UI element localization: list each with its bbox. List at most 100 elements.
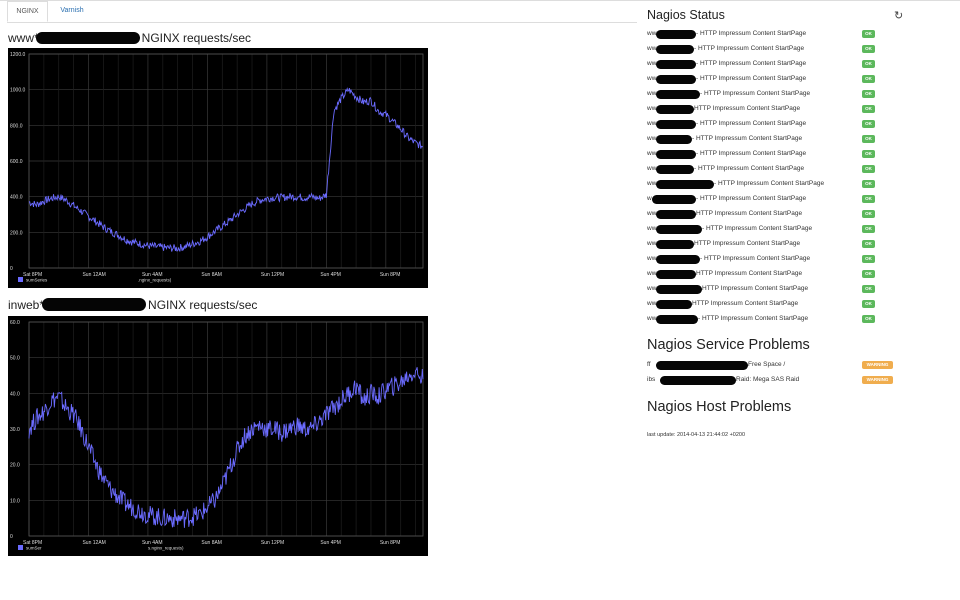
redaction-block (660, 376, 736, 385)
graph-nginx-www-svg: 0200.0400.0600.0800.01000.01200.0Sat 8PM… (10, 52, 424, 283)
status-row[interactable]: ww - HTTP Impressum Content StartPage (647, 223, 887, 235)
status-row[interactable]: w - HTTP Impressum Content StartPage (647, 193, 887, 205)
status-badge: OK (862, 150, 875, 158)
refresh-icon[interactable]: ↻ (894, 9, 903, 22)
status-row[interactable]: ww HTTP Impressum Content StartPage (647, 208, 887, 220)
redaction-block (656, 135, 692, 144)
service-description: - HTTP Impressum Content StartPage (698, 315, 809, 322)
host-problems-title: Nagios Host Problems (647, 399, 792, 415)
y-tick-label: 800.0 (10, 123, 23, 129)
tab-varnish[interactable]: Varnish (52, 1, 92, 22)
host-prefix: ww (647, 315, 657, 322)
status-badge: OK (862, 285, 875, 293)
warning-badge: WARNING (862, 376, 893, 384)
status-row[interactable]: ww - HTTP Impressum Content StartPage (647, 133, 887, 145)
redaction-block (656, 285, 702, 294)
status-row[interactable]: ww - HTTP Impressum Content StartPage (647, 73, 887, 85)
service-description: - HTTP Impressum Content StartPage (694, 45, 805, 52)
x-tick-label: Sun 8PM (380, 272, 401, 278)
service-problems-title: Nagios Service Problems (647, 337, 810, 353)
status-badge: OK (862, 270, 875, 278)
redaction-block (656, 120, 696, 129)
host-prefix: ww (647, 120, 657, 127)
service-description: HTTP Impressum Content StartPage (696, 270, 803, 277)
host-prefix: ww (647, 300, 657, 307)
service-description: - HTTP Impressum Content StartPage (694, 165, 805, 172)
host-prefix: ww (647, 90, 657, 97)
y-tick-label: 60.0 (10, 320, 20, 326)
status-badge: OK (862, 120, 875, 128)
status-row[interactable]: ww - HTTP Impressum Content StartPage (647, 163, 887, 175)
redaction-block (36, 32, 140, 44)
series-line (28, 367, 424, 528)
redaction-block (656, 210, 696, 219)
legend-swatch (18, 545, 23, 550)
redaction-block (42, 298, 146, 311)
service-description: HTTP Impressum Content StartPage (694, 240, 801, 247)
x-tick-label: Sun 12PM (261, 272, 284, 278)
status-row[interactable]: ww - HTTP Impressum Content StartPage (647, 253, 887, 265)
redaction-block (656, 315, 698, 324)
service-description: Free Space / (748, 361, 786, 368)
status-badge: OK (862, 90, 875, 98)
status-row[interactable]: ww HTTP Impressum Content StartPage (647, 298, 887, 310)
tab-nginx[interactable]: NGINX (7, 1, 48, 22)
host-prefix: ww (647, 75, 657, 82)
x-tick-label: Sun 8AM (201, 272, 222, 278)
service-description: HTTP Impressum Content StartPage (694, 105, 801, 112)
x-tick-label: Sun 8PM (380, 540, 401, 546)
y-tick-label: 20.0 (10, 463, 20, 469)
status-badge: OK (862, 45, 875, 53)
status-row[interactable]: ww - HTTP Impressum Content StartPage (647, 313, 887, 325)
status-row[interactable]: ww - HTTP Impressum Content StartPage (647, 43, 887, 55)
service-description: HTTP Impressum Content StartPage (692, 300, 799, 307)
y-tick-label: 400.0 (10, 195, 23, 201)
redaction-block (656, 165, 694, 174)
status-row[interactable]: ww - HTTP Impressum Content StartPage (647, 28, 887, 40)
warning-badge: WARNING (862, 361, 893, 369)
status-badge: OK (862, 195, 875, 203)
status-row[interactable]: ww - HTTP Impressum Content StartPage (647, 88, 887, 100)
status-badge: OK (862, 180, 875, 188)
status-row[interactable]: ww HTTP Impressum Content StartPage (647, 283, 887, 295)
redaction-block (656, 240, 694, 249)
y-tick-label: 40.0 (10, 391, 20, 397)
redaction-block (656, 270, 696, 279)
status-row[interactable]: ww - HTTP Impressum Content StartPage (647, 58, 887, 70)
host-prefix: ww (647, 180, 657, 187)
status-badge: OK (862, 60, 875, 68)
x-tick-label: Sun 8AM (201, 540, 222, 546)
status-row[interactable]: ww - HTTP Impressum Content StartPage (647, 178, 887, 190)
status-badge: OK (862, 300, 875, 308)
host-prefix: ww (647, 210, 657, 217)
status-badge: OK (862, 75, 875, 83)
status-row[interactable]: ww HTTP Impressum Content StartPage (647, 103, 887, 115)
redaction-block (656, 150, 696, 159)
service-description: - HTTP Impressum Content StartPage (696, 150, 807, 157)
graph-nginx-www[interactable]: 0 200.0 400.0 600.0 800.0 1000.0 1200.0 Sat 8PM… (8, 48, 428, 288)
graph-nginx-inweb[interactable]: 0 10.0 20.0 30.0 40.0 50.0 60.0 Sat 8PM Sun 12AM… (8, 316, 428, 556)
status-row[interactable]: ww HTTP Impressum Content StartPage (647, 268, 887, 280)
host-prefix: ww (647, 255, 657, 262)
host-prefix: ww (647, 105, 657, 112)
host-prefix: ww (647, 60, 657, 67)
service-description: Raid: Mega SAS Raid (736, 376, 800, 383)
redaction-block (656, 30, 696, 39)
service-description: HTTP Impressum Content StartPage (702, 285, 809, 292)
status-row[interactable]: ww HTTP Impressum Content StartPage (647, 238, 887, 250)
problem-row[interactable]: ff Free Space / (647, 359, 887, 371)
status-badge: OK (862, 255, 875, 263)
legend-label: sumSeries (26, 278, 48, 283)
status-badge: OK (862, 210, 875, 218)
status-row[interactable]: ww - HTTP Impressum Content StartPage (647, 148, 887, 160)
host-prefix: ibs (647, 376, 656, 383)
problem-row[interactable]: ibs Raid: Mega SAS Raid (647, 374, 887, 386)
redaction-block (652, 195, 696, 204)
host-prefix: w (647, 195, 652, 202)
y-tick-label: 1200.0 (10, 52, 26, 58)
y-tick-label: 0 (10, 534, 13, 540)
status-row[interactable]: ww - HTTP Impressum Content StartPage (647, 118, 887, 130)
service-description: - HTTP Impressum Content StartPage (696, 30, 807, 37)
service-description: - HTTP Impressum Content StartPage (700, 90, 811, 97)
redaction-block (656, 75, 696, 84)
